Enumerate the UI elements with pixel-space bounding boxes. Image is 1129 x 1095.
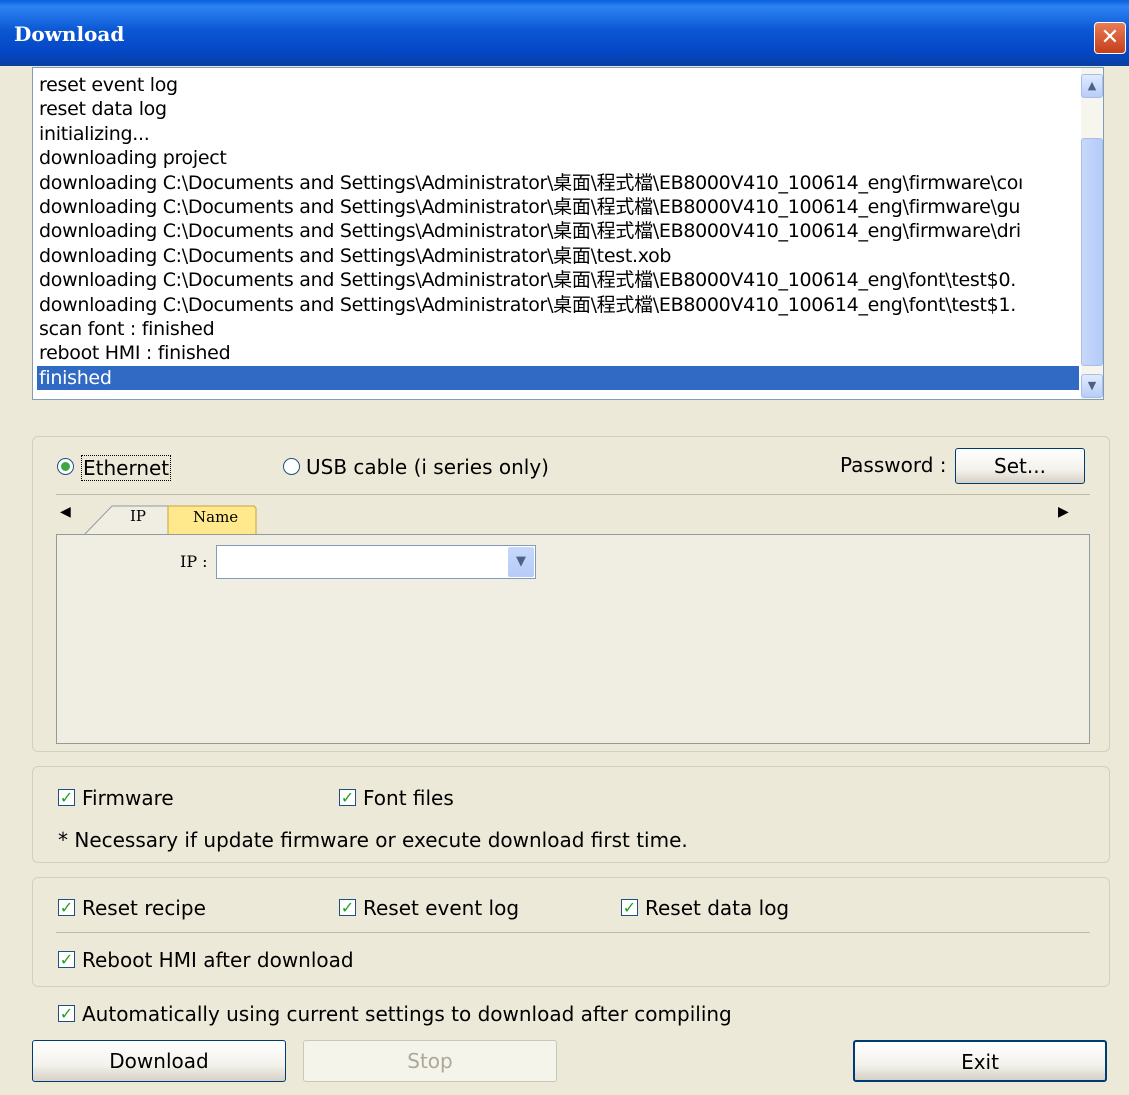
log-line[interactable]: reset data log — [37, 97, 1079, 121]
log-line[interactable]: downloading C:\Documents and Settings\Ad… — [37, 219, 1079, 243]
chevron-up-icon: ▲ — [1087, 79, 1097, 92]
log-line[interactable]: scan font : finished — [37, 317, 1079, 341]
usb-cable-label[interactable]: USB cable (i series only) — [306, 455, 549, 479]
ip-label: IP : — [180, 552, 208, 571]
window-title: Download — [14, 22, 125, 46]
reset-recipe-checkbox[interactable]: ✓ — [58, 899, 75, 916]
reboot-hmi-label[interactable]: Reboot HMI after download — [82, 948, 354, 972]
log-scrollbar[interactable]: ▲ ▼ — [1081, 68, 1103, 399]
separator — [56, 494, 1090, 495]
firmware-checkbox[interactable]: ✓ — [58, 789, 75, 806]
reset-event-log-checkbox[interactable]: ✓ — [339, 899, 356, 916]
reset-data-log-label[interactable]: Reset data log — [645, 896, 789, 920]
ethernet-radio[interactable] — [57, 458, 74, 475]
log-line[interactable]: initializing... — [37, 122, 1079, 146]
reset-event-log-label[interactable]: Reset event log — [363, 896, 519, 920]
log-line[interactable]: downloading C:\Documents and Settings\Ad… — [37, 171, 1079, 195]
scroll-thumb[interactable] — [1081, 138, 1103, 366]
separator — [56, 932, 1090, 933]
title-bar — [0, 0, 1129, 66]
tab-ip[interactable]: IP — [130, 507, 146, 525]
firmware-label[interactable]: Firmware — [82, 786, 174, 810]
log-line[interactable]: downloading C:\Documents and Settings\Ad… — [37, 244, 1079, 268]
chevron-down-icon[interactable]: ▼ — [508, 547, 534, 577]
log-line[interactable]: downloading C:\Documents and Settings\Ad… — [37, 195, 1079, 219]
tab-name[interactable]: Name — [193, 508, 238, 526]
font-files-checkbox[interactable]: ✓ — [339, 789, 356, 806]
font-files-label[interactable]: Font files — [363, 786, 454, 810]
log-line[interactable]: reboot HMI : finished — [37, 341, 1079, 365]
exit-button[interactable]: Exit — [853, 1040, 1107, 1082]
stop-button[interactable]: Stop — [303, 1040, 557, 1082]
auto-download-checkbox[interactable]: ✓ — [58, 1005, 75, 1022]
usb-cable-radio[interactable] — [283, 458, 300, 475]
password-label: Password : — [840, 453, 947, 477]
reset-data-log-checkbox[interactable]: ✓ — [621, 899, 638, 916]
close-icon: ✕ — [1100, 25, 1120, 50]
auto-download-label[interactable]: Automatically using current settings to … — [82, 1002, 732, 1026]
scroll-down-button[interactable]: ▼ — [1081, 374, 1103, 398]
scroll-up-button[interactable]: ▲ — [1081, 74, 1103, 98]
reboot-hmi-checkbox[interactable]: ✓ — [58, 951, 75, 968]
chevron-down-icon: ▼ — [1087, 379, 1097, 392]
radio-selected-dot — [61, 462, 70, 471]
set-password-button[interactable]: Set... — [955, 448, 1085, 484]
tab-scroll-right-icon[interactable]: ▶ — [1058, 504, 1069, 520]
download-button[interactable]: Download — [32, 1040, 286, 1082]
log-line[interactable]: downloading C:\Documents and Settings\Ad… — [37, 293, 1079, 317]
log-lines: reset event log reset data log initializin… — [37, 73, 1079, 391]
log-line[interactable]: downloading project — [37, 146, 1079, 170]
log-line[interactable]: downloading C:\Documents and Settings\Ad… — [37, 268, 1079, 292]
firmware-note: * Necessary if update firmware or execut… — [58, 828, 688, 852]
ip-combobox[interactable]: ▼ — [216, 545, 536, 579]
ethernet-label[interactable]: Ethernet — [81, 455, 172, 481]
log-line[interactable]: finished — [37, 365, 1079, 391]
log-line[interactable]: reset event log — [37, 73, 1079, 97]
reset-recipe-label[interactable]: Reset recipe — [82, 896, 206, 920]
download-log-list[interactable]: reset event log reset data log initializin… — [32, 67, 1104, 400]
close-button[interactable]: ✕ — [1094, 22, 1126, 54]
tab-scroll-left-icon[interactable]: ◀ — [60, 504, 71, 520]
tab-panel-ip — [56, 534, 1090, 744]
